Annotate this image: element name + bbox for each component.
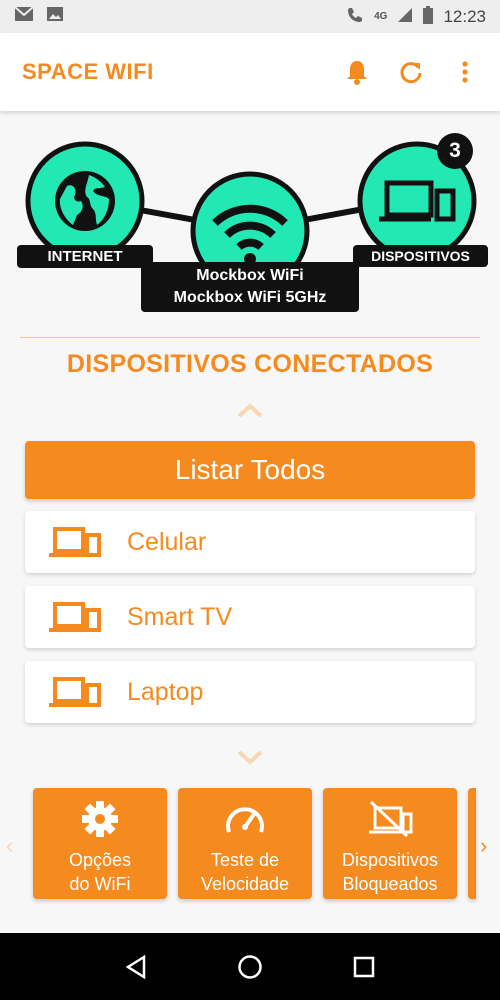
- action-tiles: Opções do WiFi Teste de Velocidade Dispo…: [0, 788, 500, 900]
- app-bar: SPACE WIFI: [0, 33, 500, 111]
- globe-icon: [55, 171, 115, 231]
- recents-icon[interactable]: [352, 955, 376, 979]
- back-icon[interactable]: [124, 954, 148, 980]
- speed-test-tile[interactable]: Teste de Velocidade: [178, 788, 312, 899]
- divider: [20, 337, 480, 338]
- call-icon: [346, 6, 364, 27]
- network-type: 4G: [374, 11, 388, 22]
- image-icon: [46, 6, 64, 27]
- devices-icon: [49, 602, 101, 632]
- list-item[interactable]: Laptop: [25, 661, 475, 723]
- tile-label: Opções: [68, 850, 132, 870]
- network-name: Mockbox WiFi 5GHz: [173, 289, 327, 306]
- wifi-options-tile[interactable]: Opções do WiFi: [33, 788, 167, 899]
- speedometer-icon: [226, 807, 264, 833]
- network-names: Mockbox WiFi Mockbox WiFi 5GHz: [141, 262, 359, 312]
- devices-count-badge: 3: [437, 133, 473, 169]
- tile-label: do WiFi: [69, 874, 131, 894]
- network-diagram: 3 INTERNET DISPOSITIVOS Mockbox WiFi Moc…: [0, 130, 500, 320]
- device-name: Smart TV: [127, 602, 233, 631]
- blocked-devices-tile[interactable]: Dispositivos Bloqueados: [323, 788, 457, 899]
- devices-icon: [49, 677, 101, 707]
- gmail-icon: [14, 6, 34, 27]
- bell-icon[interactable]: [344, 59, 370, 85]
- clock: 12:23: [443, 6, 486, 26]
- section-title: DISPOSITIVOS CONECTADOS: [66, 350, 434, 378]
- more-vert-icon[interactable]: [452, 59, 478, 85]
- home-icon[interactable]: [237, 954, 263, 980]
- battery-icon: [423, 6, 434, 27]
- gear-icon: [82, 801, 118, 837]
- refresh-icon[interactable]: [398, 59, 424, 85]
- device-name: Celular: [127, 527, 207, 556]
- device-name: Laptop: [127, 677, 204, 706]
- tile-label: Bloqueados: [342, 874, 438, 894]
- system-nav-bar: [0, 933, 500, 1000]
- devices-icon: [49, 527, 101, 557]
- tile-label: Teste de: [210, 850, 280, 870]
- scroll-right-icon[interactable]: ›: [480, 833, 487, 859]
- internet-node[interactable]: [25, 141, 145, 261]
- blocked-device-icon: [369, 800, 413, 838]
- next-tile-peek[interactable]: [468, 788, 476, 899]
- tile-label: Velocidade: [200, 874, 290, 894]
- list-all-button[interactable]: Listar Todos: [25, 441, 475, 499]
- tile-label: Dispositivos: [341, 850, 439, 870]
- list-item[interactable]: Smart TV: [25, 586, 475, 648]
- status-bar: 4G 12:23: [0, 0, 500, 33]
- signal-icon: [397, 7, 413, 26]
- internet-label: INTERNET: [17, 245, 153, 268]
- devices-label: DISPOSITIVOS: [353, 245, 488, 267]
- app-title: SPACE WIFI: [22, 59, 154, 84]
- chevron-up-icon[interactable]: [236, 401, 264, 419]
- network-name: Mockbox WiFi: [196, 267, 304, 284]
- chevron-down-icon[interactable]: [236, 749, 264, 767]
- list-item[interactable]: Celular: [25, 511, 475, 573]
